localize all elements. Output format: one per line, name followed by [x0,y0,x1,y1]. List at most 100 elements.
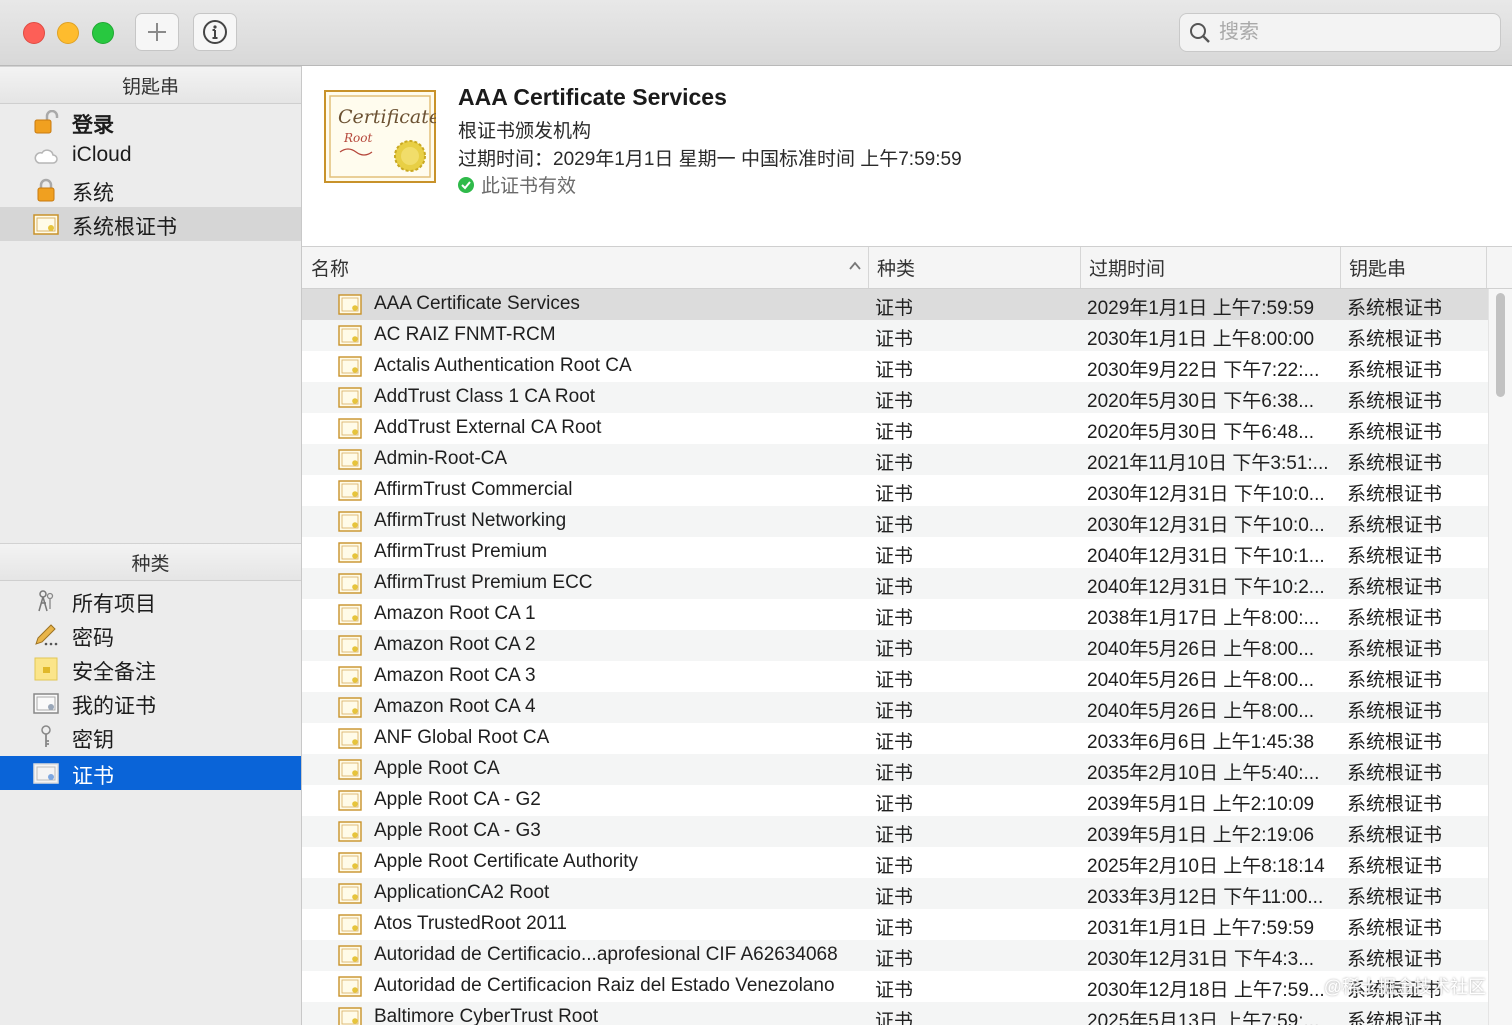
cell-expires: 2021年11月10日 下午3:51:... [1087,453,1329,474]
sidebar-item-passwords[interactable]: 密码 [0,618,301,652]
cell-keychain: 系统根证书 [1347,949,1443,970]
sidebar: 钥匙串 登录 iCloud 系统 系统根证书 种类 所有项目 密码 安全备注 我… [0,66,302,1025]
table-row[interactable]: Amazon Root CA 1 证书 2038年1月17日 上午8:00:... 系… [302,599,1488,630]
cell-name: AC RAIZ FNMT-RCM [374,324,556,345]
cell-expires: 2033年6月6日 上午1:45:38 [1087,732,1315,753]
watermark: @稀土掘金技术社区 [1323,977,1486,997]
certificate-icon [338,480,362,501]
certificate-icon [338,883,362,904]
cell-name: Apple Root CA - G3 [374,820,541,841]
certificate-icon [338,635,362,656]
sidebar-item-keys[interactable]: 密钥 [0,720,301,754]
sidebar-item-all-items[interactable]: 所有项目 [0,584,301,618]
table-row[interactable]: Amazon Root CA 4 证书 2040年5月26日 上午8:00... 系统… [302,692,1488,723]
certificate-detail-pane: Certificate Root AAA Certificate Service… [302,66,1512,247]
get-info-button[interactable] [193,13,237,51]
cell-kind: 证书 [875,546,914,567]
sidebar-item-label: 密码 [72,627,114,650]
table-row[interactable]: Autoridad de Certificacion Raiz del Esta… [302,971,1488,1002]
table-row[interactable]: AC RAIZ FNMT-RCM 证书 2030年1月1日 上午8:00:00 系统根… [302,320,1488,351]
cell-name: AffirmTrust Commercial [374,479,573,500]
certificate-subtitle: 根证书颁发机构 [458,121,592,142]
cell-name: Amazon Root CA 2 [374,634,536,655]
minimize-window-button[interactable] [57,22,79,44]
zoom-window-button[interactable] [92,22,114,44]
lock-icon [37,178,55,202]
sidebar-item-certificates[interactable]: 证书 [0,756,301,790]
cell-expires: 2025年2月10日 上午8:18:14 [1087,856,1325,877]
table-row[interactable]: Apple Root CA - G2 证书 2039年5月1日 上午2:10:09 系… [302,785,1488,816]
table-row[interactable]: AddTrust Class 1 CA Root 证书 2020年5月30日 下午6… [302,382,1488,413]
sidebar-item-label: 安全备注 [72,661,156,684]
certificate-icon [338,728,362,749]
sidebar-item-icloud[interactable]: iCloud [0,139,301,173]
search-input[interactable] [1217,20,1471,45]
table-row[interactable]: AffirmTrust Commercial 证书 2030年12月31日 下午10… [302,475,1488,506]
add-item-button[interactable] [135,13,179,51]
cell-name: Baltimore CyberTrust Root [374,1006,599,1025]
cell-keychain: 系统根证书 [1347,484,1443,505]
cell-expires: 2030年9月22日 下午7:22:... [1087,360,1320,381]
all-items-icon [38,590,54,612]
table-row[interactable]: Baltimore CyberTrust Root 证书 2025年5月13日 上午… [302,1002,1488,1025]
cell-kind: 证书 [875,732,914,753]
table-header: 名称 种类 过期时间 钥匙串 [302,247,1512,289]
certificate-expiry: 过期时间：2029年1月1日 星期一 中国标准时间 上午7:59:59 [458,149,962,170]
sidebar-item-login[interactable]: 登录 [0,105,301,139]
sidebar-item-label: 我的证书 [72,695,156,718]
search-field[interactable] [1179,13,1501,52]
column-header-expires[interactable]: 过期时间 [1081,247,1341,288]
certificate-icon [33,763,59,784]
column-header-name[interactable]: 名称 [302,247,869,288]
sidebar-item-system[interactable]: 系统 [0,173,301,207]
certificate-image-text: Certificate [338,106,436,128]
table-body: AAA Certificate Services 证书 2029年1月1日 上午7:… [302,289,1488,1025]
sidebar-item-system-roots[interactable]: 系统根证书 [0,207,301,241]
table-row[interactable]: Apple Root CA - G3 证书 2039年5月1日 上午2:19:06 系… [302,816,1488,847]
vertical-scrollbar[interactable] [1488,289,1512,1025]
cell-keychain: 系统根证书 [1347,546,1443,567]
table-row[interactable]: AddTrust External CA Root 证书 2020年5月30日 下午… [302,413,1488,444]
cell-keychain: 系统根证书 [1347,1011,1443,1025]
column-header-kind[interactable]: 种类 [869,247,1081,288]
cell-kind: 证书 [875,577,914,598]
cell-expires: 2040年5月26日 上午8:00... [1087,701,1315,722]
sidebar-item-secure-notes[interactable]: 安全备注 [0,652,301,686]
table-row[interactable]: Amazon Root CA 2 证书 2040年5月26日 上午8:00... 系统… [302,630,1488,661]
table-row[interactable]: ANF Global Root CA 证书 2033年6月6日 上午1:45:38 系… [302,723,1488,754]
table-row[interactable]: AAA Certificate Services 证书 2029年1月1日 上午7:… [302,289,1488,320]
table-row[interactable]: AffirmTrust Premium ECC 证书 2040年12月31日 下午1… [302,568,1488,599]
table-row[interactable]: Actalis Authentication Root CA 证书 2030年9月2… [302,351,1488,382]
cell-kind: 证书 [875,639,914,660]
cell-kind: 证书 [875,980,914,1001]
cell-expires: 2025年5月13日 上午7:59:... [1087,1011,1320,1025]
cell-expires: 2030年12月31日 下午10:0... [1087,484,1325,505]
column-header-label: 种类 [877,259,916,280]
close-window-button[interactable] [23,22,45,44]
table-row[interactable]: AffirmTrust Networking 证书 2030年12月31日 下午10… [302,506,1488,537]
table-row[interactable]: Amazon Root CA 3 证书 2040年5月26日 上午8:00... 系统… [302,661,1488,692]
sidebar-item-my-certificates[interactable]: 我的证书 [0,686,301,720]
cell-keychain: 系统根证书 [1347,453,1443,474]
cell-name: AffirmTrust Premium [374,541,548,562]
table-row[interactable]: Apple Root CA 证书 2035年2月10日 上午5:40:... 系统根证… [302,754,1488,785]
cell-expires: 2030年12月18日 上午7:59... [1087,980,1325,1001]
column-header-keychain[interactable]: 钥匙串 [1341,247,1487,288]
cell-name: AddTrust External CA Root [374,417,602,438]
table-row[interactable]: Apple Root Certificate Authority 证书 2025年2… [302,847,1488,878]
table-row[interactable]: Autoridad de Certificacio...aprofesional… [302,940,1488,971]
cell-name: AffirmTrust Networking [374,510,567,531]
sidebar-item-label: iCloud [72,143,132,166]
table-row[interactable]: Admin-Root-CA 证书 2021年11月10日 下午3:51:... 系统根… [302,444,1488,475]
table-row[interactable]: Atos TrustedRoot 2011 证书 2031年1月1日 上午7:59:… [302,909,1488,940]
certificate-icon [338,604,362,625]
certificate-icon [338,821,362,842]
search-icon [1190,22,1210,43]
table-row[interactable]: ApplicationCA2 Root 证书 2033年3月12日 下午11:00.… [302,878,1488,909]
checkmark-icon [458,176,474,193]
column-header-label: 名称 [311,259,350,280]
table-row[interactable]: AffirmTrust Premium 证书 2040年12月31日 下午10:1.… [302,537,1488,568]
cell-expires: 2035年2月10日 上午5:40:... [1087,763,1320,784]
scrollbar-thumb[interactable] [1496,293,1505,397]
cell-keychain: 系统根证书 [1347,794,1443,815]
